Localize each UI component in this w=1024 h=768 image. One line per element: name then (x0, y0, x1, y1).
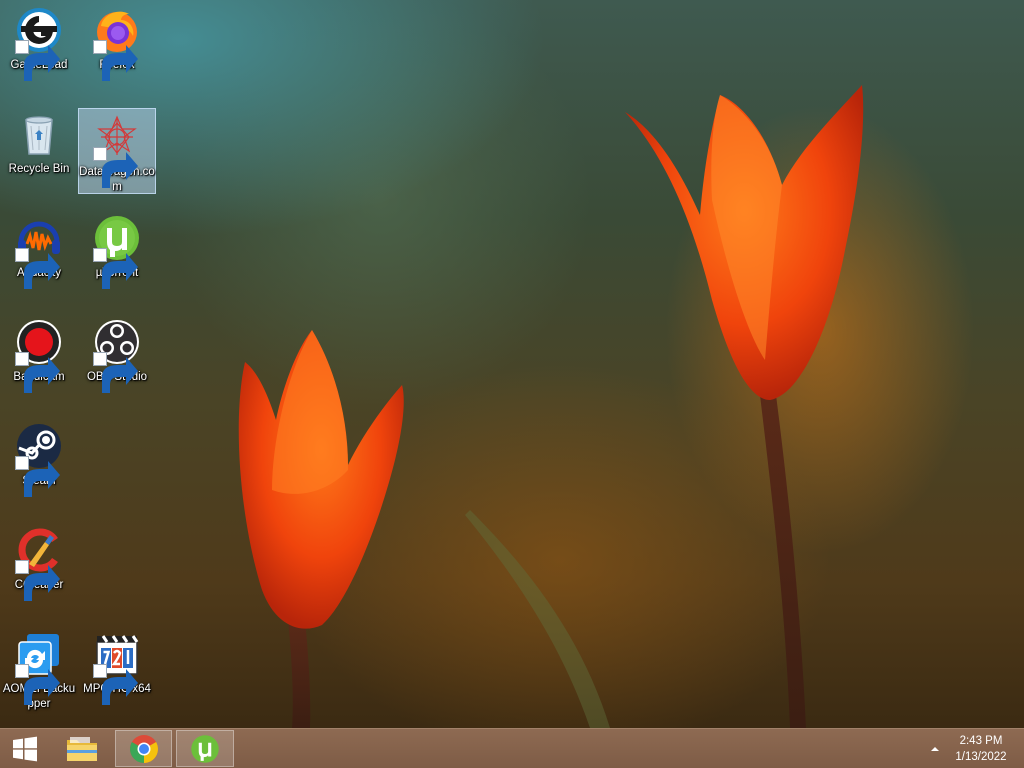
shortcut-arrow-icon (93, 147, 138, 188)
recycle-bin-icon (15, 110, 63, 158)
desktop-icon-recycle-bin[interactable]: Recycle Bin (0, 106, 78, 192)
taskbar-clock[interactable]: 2:43 PM 1/13/2022 (948, 733, 1014, 765)
gameload-icon (15, 6, 63, 81)
shortcut-arrow-icon (93, 248, 138, 289)
shortcut-arrow-icon (93, 352, 138, 393)
desktop-icon-firefox[interactable]: Firefox (78, 2, 156, 88)
mpc-hc-icon (93, 630, 141, 705)
steam-icon (15, 422, 63, 497)
utorrent-icon (191, 734, 219, 763)
desktop-icon-datawagon[interactable]: DataWagon.com (78, 108, 156, 194)
shortcut-arrow-icon (15, 352, 60, 393)
shortcut-arrow-icon (15, 664, 60, 705)
start-button[interactable] (0, 730, 50, 767)
taskbar-utorrent[interactable] (176, 730, 234, 767)
chrome-icon (129, 734, 158, 763)
shortcut-arrow-icon (15, 40, 60, 81)
file-explorer-icon (67, 736, 97, 761)
desktop-icon-obs-studio[interactable]: OBS Studio (78, 314, 156, 400)
desktop-icon-label: Recycle Bin (8, 163, 70, 175)
aomei-backupper-icon (15, 630, 63, 705)
taskbar-chrome[interactable] (115, 730, 172, 767)
utorrent-icon (93, 214, 141, 289)
clock-time: 2:43 PM (959, 735, 1003, 747)
ccleaner-icon (15, 526, 63, 601)
shortcut-arrow-icon (93, 40, 138, 81)
desktop-icon-bandicam[interactable]: Bandicam (0, 314, 78, 400)
datawagon-icon (93, 113, 141, 188)
desktop-icon-utorrent[interactable]: µTorrent (78, 210, 156, 296)
windows-start-icon (13, 736, 37, 761)
show-hidden-icons-button[interactable] (926, 741, 944, 757)
desktop-icon-mpc-hc[interactable]: MPC-HC x64 (78, 626, 156, 712)
audacity-icon (15, 214, 63, 289)
desktop-icon-ccleaner[interactable]: CCleaner (0, 522, 78, 608)
shortcut-arrow-icon (93, 664, 138, 705)
obs-studio-icon (93, 318, 141, 393)
shortcut-arrow-icon (15, 560, 60, 601)
desktop: GameLoad Recycle Bin Audacity (0, 0, 1024, 728)
clock-date: 1/13/2022 (955, 751, 1007, 763)
firefox-icon (93, 6, 141, 81)
desktop-icon-aomei-backupper[interactable]: AOMEI Backupper (0, 626, 78, 722)
desktop-icon-steam[interactable]: Steam (0, 418, 78, 504)
shortcut-arrow-icon (15, 248, 60, 289)
bandicam-icon (15, 318, 63, 393)
shortcut-arrow-icon (15, 456, 60, 497)
chevron-up-icon (931, 747, 939, 751)
desktop-icon-gameload[interactable]: GameLoad (0, 2, 78, 88)
taskbar: 2:43 PM 1/13/2022 (0, 728, 1024, 768)
taskbar-file-explorer[interactable] (54, 730, 110, 767)
desktop-icon-audacity[interactable]: Audacity (0, 210, 78, 296)
